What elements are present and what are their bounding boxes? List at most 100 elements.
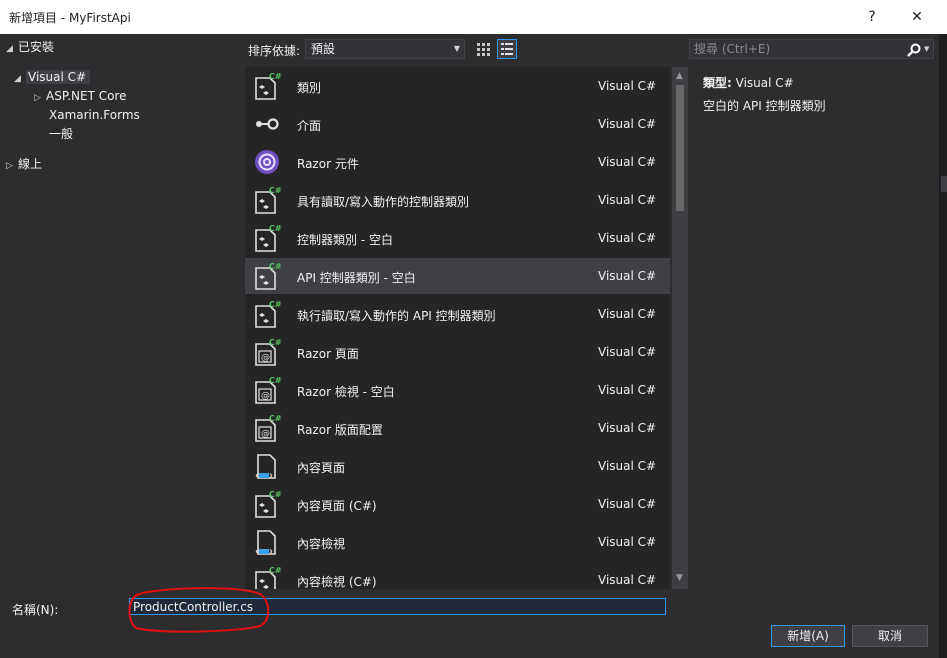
template-row-class[interactable]: C# 類別 Visual C# [245,68,670,104]
search-dropdown-arrow-icon[interactable]: ▼ [924,45,929,53]
template-language: Visual C# [598,155,657,169]
tree-item-label: Visual C# [26,70,91,84]
template-list: C# 類別 Visual C# 介面 Visual C# Razor 元件 Vi… [245,67,670,589]
content-page-icon [255,454,276,479]
template-name: 類別 [297,81,322,95]
template-name: Razor 版面配置 [297,423,383,437]
search-input[interactable] [694,41,894,57]
background-window-marker [941,176,947,192]
scroll-up-arrow-icon[interactable]: ▲ [676,71,683,81]
detail-type: 類型: Visual C# [703,74,794,91]
collapsed-arrow-icon[interactable]: ▷ [6,157,18,175]
tree-item-label: 已安裝 [18,40,55,54]
csharp-class-icon: C# [255,262,281,290]
csharp-class-icon: C# [255,300,281,328]
list-view-icon [501,43,513,55]
svg-text:C#: C# [269,186,281,195]
list-view-button[interactable] [497,39,517,59]
tree-item-aspnet-core[interactable]: ▷ ASP.NET Core [34,87,126,105]
template-name: 介面 [297,119,322,133]
add-button[interactable]: 新增(A) [771,625,845,647]
tree-item-installed[interactable]: ◢ 已安裝 [6,38,54,56]
template-language: Visual C# [598,497,657,511]
template-row-content-view-csharp[interactable]: C# 內容檢視 (C#) Visual C# [245,562,670,589]
template-row-razor-view-empty[interactable]: @ C# Razor 檢視 - 空白 Visual C# [245,372,670,408]
svg-text:C#: C# [269,262,281,271]
template-row-razor-page[interactable]: @ C# Razor 頁面 Visual C# [245,334,670,370]
help-button[interactable]: ? [860,6,884,28]
template-row-interface[interactable]: 介面 Visual C# [245,106,670,142]
template-name: 內容頁面 [297,461,346,475]
template-name: 內容檢視 [297,537,346,551]
svg-text:C#: C# [269,338,281,347]
template-language: Visual C# [598,345,657,359]
interface-icon [256,118,279,130]
sort-label: 排序依據: [248,44,301,58]
sort-dropdown-value: 預設 [311,42,336,56]
svg-text:@: @ [261,391,270,401]
close-button[interactable]: ✕ [905,6,929,28]
tree-item-online[interactable]: ▷ 線上 [6,155,42,173]
template-row-controller-empty[interactable]: C# 控制器類別 - 空白 Visual C# [245,220,670,256]
svg-text:@: @ [261,353,270,363]
tree-item-visual-csharp[interactable]: ◢ Visual C# [14,68,91,88]
detail-type-label: 類型: [703,76,732,90]
scroll-down-arrow-icon[interactable]: ▼ [676,573,683,583]
template-row-api-controller-empty[interactable]: C# API 控制器類別 - 空白 Visual C# [245,258,670,294]
razor-page-icon: @ C# [255,376,281,404]
title-bar: 新增項目 - MyFirstApi ? ✕ [0,0,947,34]
svg-text:C#: C# [269,414,281,423]
grid-view-icon[interactable] [474,40,492,58]
sort-dropdown[interactable]: 預設 ▼ [305,39,465,59]
csharp-class-icon: C# [255,186,281,214]
template-name: Razor 頁面 [297,347,359,361]
template-language: Visual C# [598,79,657,93]
svg-text:C#: C# [269,376,281,385]
template-language: Visual C# [598,573,657,587]
csharp-class-icon: C# [255,72,281,100]
template-language: Visual C# [598,383,657,397]
razor-page-icon: @ C# [255,338,281,366]
template-language: Visual C# [598,231,657,245]
cancel-button[interactable]: 取消 [852,625,928,647]
content-page-icon [255,530,276,555]
template-name: 內容檢視 (C#) [297,575,377,589]
template-row-content-page-csharp[interactable]: C# 內容頁面 (C#) Visual C# [245,486,670,522]
template-name: Razor 檢視 - 空白 [297,385,395,399]
template-language: Visual C# [598,307,657,321]
collapsed-arrow-icon[interactable]: ▷ [34,89,46,107]
expanded-arrow-icon[interactable]: ◢ [6,40,18,58]
template-list-scrollbar[interactable]: ▲ ▼ [672,67,688,589]
name-label: 名稱(N): [12,603,59,617]
template-row-razor-component[interactable]: Razor 元件 Visual C# [245,144,670,180]
dropdown-arrow-icon: ▼ [453,44,460,53]
template-language: Visual C# [598,421,657,435]
svg-text:@: @ [261,429,270,439]
tree-item-label: Xamarin.Forms [49,108,140,122]
template-row-content-page[interactable]: 內容頁面 Visual C# [245,448,670,484]
background-window-edge [939,0,947,658]
template-language: Visual C# [598,459,657,473]
template-row-razor-layout[interactable]: @ C# Razor 版面配置 Visual C# [245,410,670,446]
red-circle-annotation [128,587,270,633]
template-row-api-controller-readwrite[interactable]: C# 執行讀取/寫入動作的 API 控制器類別 Visual C# [245,296,670,332]
template-name: 具有讀取/寫入動作的控制器類別 [297,195,470,209]
template-language: Visual C# [598,193,657,207]
detail-description: 空白的 API 控制器類別 [703,99,826,113]
csharp-class-icon: C# [255,224,281,252]
expanded-arrow-icon[interactable]: ◢ [14,70,26,88]
razor-component-icon [255,150,279,174]
template-category-tree: ◢ 已安裝 ◢ Visual C# ▷ ASP.NET Core Xamarin.Fo… [0,38,242,591]
template-row-controller-readwrite[interactable]: C# 具有讀取/寫入動作的控制器類別 Visual C# [245,182,670,218]
template-row-content-view[interactable]: 內容檢視 Visual C# [245,524,670,560]
search-box: ▼ [689,39,934,59]
template-language: Visual C# [598,117,657,131]
svg-text:C#: C# [269,72,281,81]
scrollbar-thumb[interactable] [676,85,684,211]
tree-item-general[interactable]: 一般 [49,125,73,143]
template-language: Visual C# [598,535,657,549]
template-language: Visual C# [598,269,657,283]
tree-item-xamarin-forms[interactable]: Xamarin.Forms [49,106,140,124]
search-icon[interactable] [906,42,922,58]
svg-text:C#: C# [269,224,281,233]
